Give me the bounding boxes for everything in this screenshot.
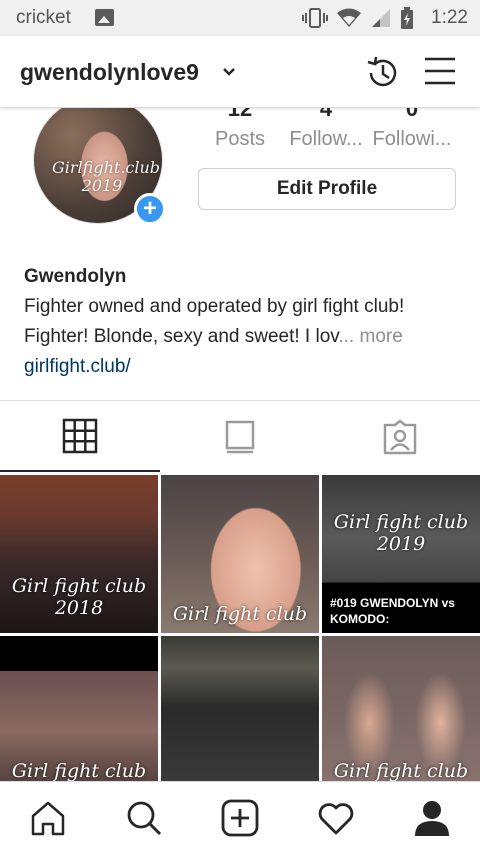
bio-line-2-text: Fighter! Blonde, sexy and sweet! I lov [24, 326, 339, 347]
tagged-person-icon [383, 419, 417, 454]
home-icon [31, 801, 65, 836]
add-post-icon [221, 799, 259, 837]
nav-search-button[interactable] [124, 798, 164, 838]
hamburger-menu-icon[interactable] [423, 56, 457, 86]
archive-history-icon[interactable] [364, 54, 402, 92]
chevron-down-icon[interactable] [222, 67, 236, 77]
post-overlay-text: Girl fight club 2019 [333, 511, 469, 555]
bio-display-name: Gwendolyn [24, 266, 127, 287]
signal-icon [372, 9, 390, 27]
tab-tagged[interactable] [320, 401, 480, 472]
avatar-overlay-text: Girlfight.club 2019 [52, 158, 161, 195]
edit-profile-button[interactable]: Edit Profile [198, 168, 456, 210]
post-overlay-text: Girl fight club [333, 760, 469, 782]
post-thumbnail[interactable]: Girl fight club [161, 475, 319, 633]
nav-new-post-button[interactable] [220, 798, 260, 838]
tab-grid[interactable] [0, 401, 160, 472]
heart-icon [318, 803, 354, 835]
profile-tabs [0, 400, 480, 472]
post-caption-text: #019 GWENDOLYN vs KOMODO: [330, 596, 455, 626]
post-overlay-text: Girl fight club [11, 760, 147, 782]
status-bar: cricket 1:22 [0, 0, 480, 36]
bio-website-link[interactable]: girlfight.club/ [24, 352, 464, 382]
clock: 1:22 [431, 7, 468, 28]
posts-label: Posts [214, 128, 266, 150]
grid-icon [62, 418, 98, 453]
battery-icon [401, 7, 413, 29]
search-icon [127, 801, 162, 836]
bottom-navigation [0, 781, 480, 854]
profile-person-icon [415, 801, 449, 836]
vibrate-icon [302, 8, 328, 28]
post-thumbnail[interactable]: Girl fight club 2019 #019 GWENDOLYN vs K… [322, 475, 480, 633]
wifi-icon [337, 8, 361, 27]
following-label: Followi... [372, 128, 452, 150]
profile-header: gwendolynlove9 [0, 36, 480, 108]
post-thumbnail[interactable]: Girl fight club 2018 [0, 475, 158, 633]
add-story-plus-icon[interactable]: + [134, 193, 166, 225]
username-switcher[interactable]: gwendolynlove9 [20, 59, 199, 86]
post-thumbnail[interactable] [161, 636, 319, 794]
post-thumbnail[interactable]: Girl fight club [322, 636, 480, 794]
profile-avatar-block[interactable]: Girlfight.club 2019 + [33, 96, 166, 225]
nav-profile-button[interactable] [412, 798, 452, 838]
nav-home-button[interactable] [28, 798, 68, 838]
nav-activity-button[interactable] [316, 798, 356, 838]
bio-line-1: Fighter owned and operated by girl fight… [24, 296, 405, 317]
feed-list-icon [225, 420, 255, 453]
bio-line-2: Fighter! Blonde, sexy and sweet! I lov..… [24, 322, 464, 352]
post-thumbnail[interactable]: Girl fight club [0, 636, 158, 794]
posts-grid: Girl fight club 2018 Girl fight club Gir… [0, 475, 480, 794]
bio-more-link[interactable]: ... more [338, 326, 402, 347]
profile-bio: Gwendolyn Fighter owned and operated by … [24, 262, 464, 382]
post-overlay-text: Girl fight club 2018 [11, 575, 147, 619]
status-icons [302, 7, 414, 29]
image-notification-icon [95, 9, 114, 26]
followers-label: Follow... [289, 128, 363, 150]
post-overlay-text: Girl fight club [172, 603, 308, 625]
tab-feed[interactable] [160, 401, 320, 472]
carrier-label: cricket [16, 7, 71, 28]
